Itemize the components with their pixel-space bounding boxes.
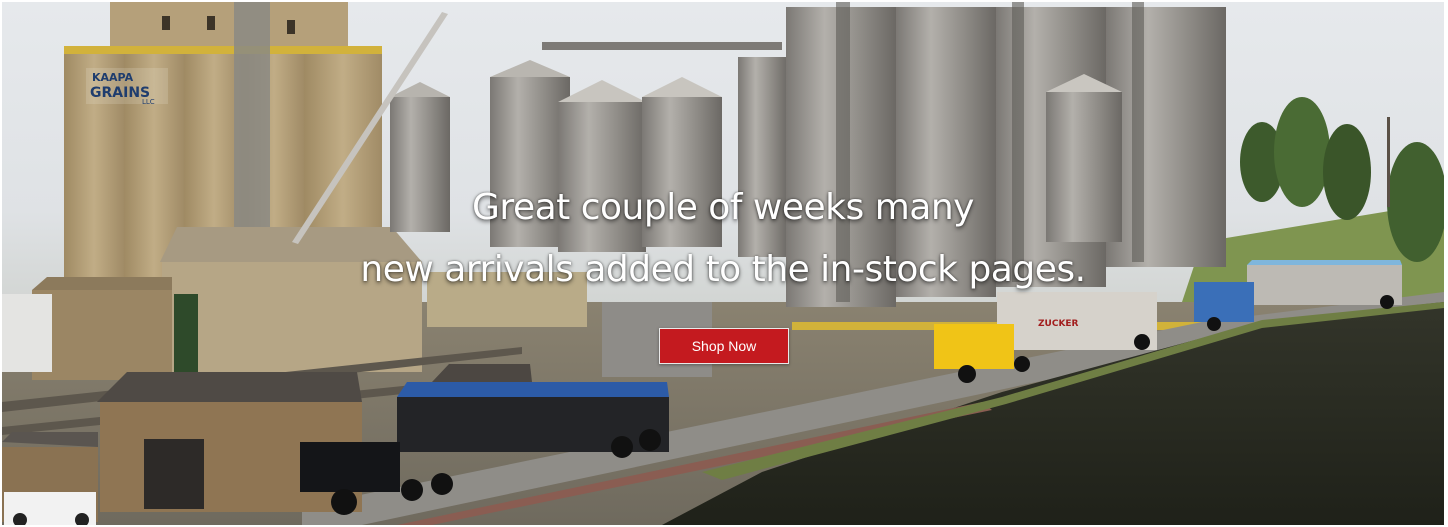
hero-headline: Great couple of weeks many new arrivals … bbox=[2, 177, 1444, 301]
headline-line-1: Great couple of weeks many bbox=[472, 187, 974, 228]
trailer-sign-text: ZUCKER bbox=[1038, 319, 1079, 329]
shop-now-button[interactable]: Shop Now bbox=[659, 328, 789, 364]
headline-line-2: new arrivals added to the in-stock pages… bbox=[360, 249, 1086, 290]
elevator-sign-text-1: KAAPA bbox=[92, 71, 134, 84]
elevator-sign-text-3: LLC bbox=[142, 98, 155, 106]
hero-banner: KAAPA GRAINS LLC ZUCKER Great couple of … bbox=[2, 2, 1444, 525]
